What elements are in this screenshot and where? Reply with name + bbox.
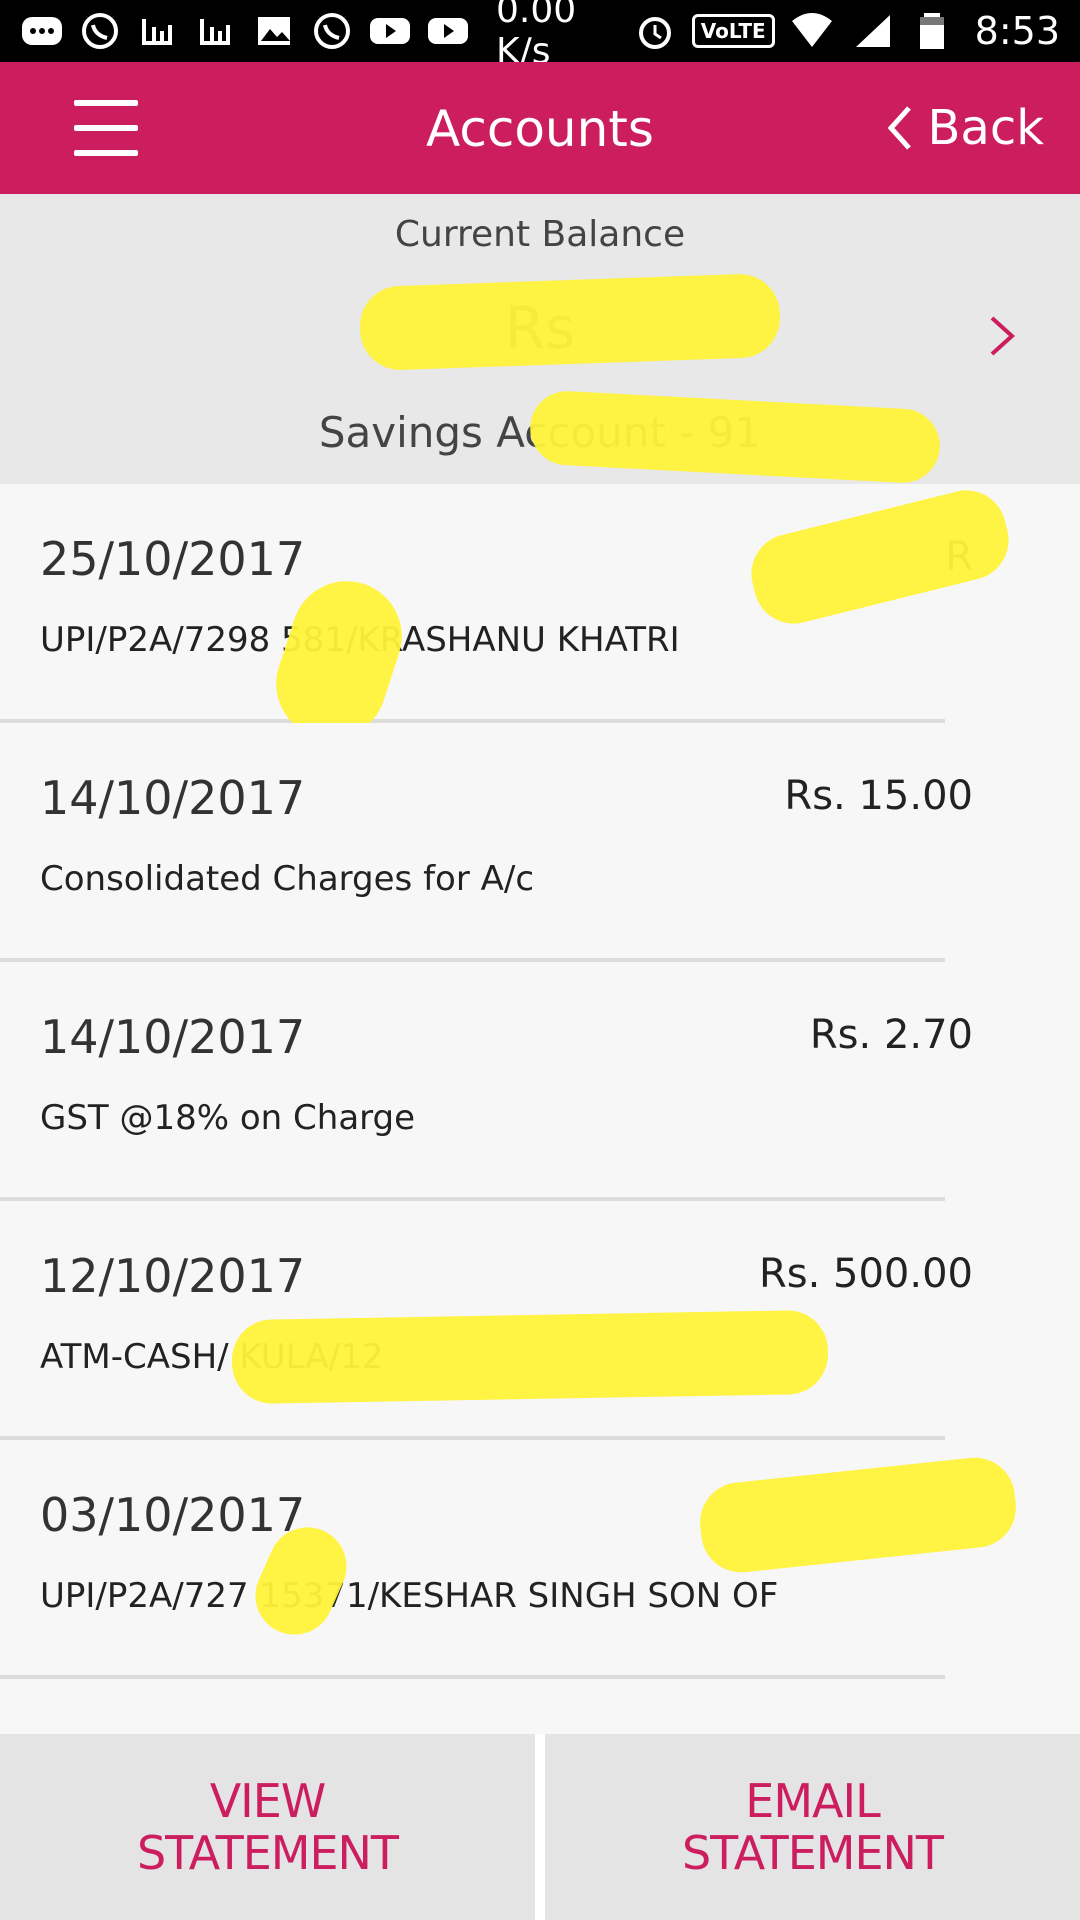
whatsapp-icon <box>310 11 354 51</box>
redaction-mark <box>742 481 1018 633</box>
transaction-row[interactable]: 14/10/2017 Rs. 2.70 GST @18% on Charge <box>0 962 973 1201</box>
transaction-date: 14/10/2017 <box>40 771 306 825</box>
whatsapp-icon <box>78 11 122 51</box>
transaction-row[interactable]: 12/10/2017 Rs. 500.00 ATM-CASH/ KULA/12 <box>0 1201 973 1440</box>
transaction-date: 12/10/2017 <box>40 1249 306 1303</box>
transaction-description: UPI/P2A/727 15371/KESHAR SINGH SON OF <box>40 1576 779 1616</box>
signal-icon <box>849 11 895 51</box>
transaction-description: GST @18% on Charge <box>40 1098 416 1138</box>
transaction-row[interactable]: 25/10/2017 R UPI/P2A/7298 581/KRASHANU K… <box>0 481 1018 754</box>
current-balance-label: Current Balance <box>394 214 686 255</box>
chart-icon <box>136 11 180 51</box>
redaction-mark <box>231 1309 829 1405</box>
transaction-row[interactable]: 14/10/2017 Rs. 15.00 Consolidated Charge… <box>0 723 973 962</box>
image-icon <box>252 11 296 51</box>
back-button[interactable]: Back <box>885 98 1044 158</box>
view-statement-line1: VIEW <box>209 1774 327 1828</box>
transaction-date: 25/10/2017 <box>40 532 306 586</box>
clock: 8:53 <box>974 9 1060 53</box>
view-statement-line2: STATEMENT <box>136 1826 399 1880</box>
transaction-list: 25/10/2017 R UPI/P2A/7298 581/KRASHANU K… <box>0 481 1080 1734</box>
bottom-action-bar: VIEW STATEMENT EMAIL STATEMENT <box>0 1734 1080 1920</box>
youtube-icon <box>368 11 412 51</box>
back-label: Back <box>927 100 1044 156</box>
more-icon <box>20 11 64 51</box>
redaction-mark <box>696 1453 1020 1577</box>
status-bar: 0.00 K/s VoLTE 8:53 <box>0 0 1080 72</box>
transaction-date: 03/10/2017 <box>40 1488 306 1542</box>
email-statement-line2: STATEMENT <box>681 1826 944 1880</box>
view-statement-button[interactable]: VIEW STATEMENT <box>0 1734 535 1920</box>
battery-icon <box>909 11 955 51</box>
alarm-icon <box>632 11 678 51</box>
system-icons: VoLTE 8:53 <box>632 9 1060 53</box>
balance-panel[interactable]: Current Balance Rs Savings Account - 91 <box>0 194 1080 485</box>
transaction-description: Consolidated Charges for A/c <box>40 859 535 899</box>
volte-badge: VoLTE <box>691 14 775 48</box>
app-bar: Accounts Back <box>0 62 1080 194</box>
transaction-date: 14/10/2017 <box>40 1010 306 1064</box>
redaction-mark <box>358 272 782 372</box>
transaction-row[interactable]: 03/10/2017 UPI/P2A/727 15371/KESHAR SING… <box>0 1440 1020 1679</box>
chart-icon <box>194 11 238 51</box>
transaction-amount: Rs. 2.70 <box>809 1012 973 1058</box>
email-statement-line1: EMAIL <box>745 1774 880 1828</box>
chevron-right-icon[interactable] <box>986 312 1018 360</box>
transaction-amount: Rs. 15.00 <box>784 773 973 819</box>
transaction-amount: Rs. 500.00 <box>758 1251 973 1297</box>
youtube-icon <box>426 11 470 51</box>
redaction-mark <box>528 389 942 485</box>
wifi-icon <box>789 11 835 51</box>
email-statement-button[interactable]: EMAIL STATEMENT <box>545 1734 1080 1920</box>
chevron-left-icon <box>888 106 912 150</box>
